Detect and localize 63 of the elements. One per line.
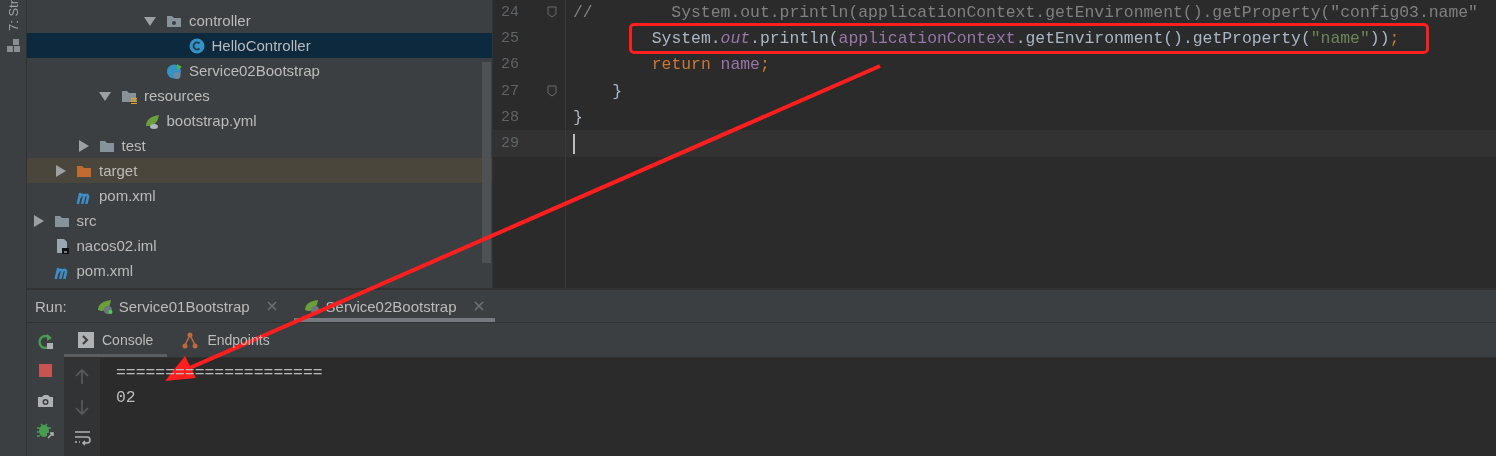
fold-icon[interactable]	[547, 6, 557, 19]
file-name: src	[76, 212, 97, 229]
stop-icon[interactable]	[38, 363, 53, 378]
code-line: }	[612, 81, 623, 101]
tree-row[interactable]: HelloController	[27, 33, 492, 58]
file-name: test	[121, 137, 146, 154]
text-cursor	[573, 133, 575, 154]
leaf-icon	[143, 112, 160, 129]
file-name: resources	[144, 87, 210, 104]
run-tab[interactable]: Service01Bootstrap	[86, 290, 288, 322]
class-icon	[188, 37, 205, 54]
soft-wrap-icon[interactable]	[73, 430, 91, 446]
collapsed-arrow-icon[interactable]	[54, 164, 66, 177]
console-line: 02	[116, 387, 136, 409]
tree-row[interactable]: Service02Bootstrap	[27, 58, 492, 83]
file-name: target	[99, 162, 138, 179]
file-name: HelloController	[211, 37, 311, 54]
spring-icon	[96, 298, 113, 314]
up-arrow-icon[interactable]	[74, 368, 90, 385]
collapsed-arrow-icon[interactable]	[31, 214, 44, 227]
line-number: 24	[500, 3, 519, 21]
file-name: pom.xml	[76, 262, 134, 279]
expanded-arrow-icon[interactable]	[99, 89, 111, 102]
tree-row[interactable]: nacos02.iml	[27, 233, 492, 258]
tree-row[interactable]: target	[27, 158, 492, 183]
panel-title: Run:	[35, 297, 67, 315]
expanded-arrow-icon[interactable]	[144, 14, 156, 27]
scrollbar[interactable]	[482, 62, 491, 263]
line-number: 27	[500, 82, 519, 100]
line-number: 26	[500, 56, 519, 74]
file-name: Service02Bootstrap	[189, 62, 320, 79]
tree-row[interactable]: controller	[27, 8, 492, 33]
rerun-icon[interactable]	[37, 333, 54, 349]
camera-icon[interactable]	[37, 392, 54, 408]
code-line: System.out.println(applicationContext.getEnvironment().getProperty("name"));	[651, 28, 1400, 48]
endpoints-icon	[181, 331, 200, 349]
debug-icon[interactable]	[37, 422, 54, 440]
code-line: return name;	[651, 55, 770, 75]
tree-row[interactable]: resources	[27, 83, 492, 108]
tree-row[interactable]: pom.xml	[27, 258, 492, 283]
down-arrow-icon[interactable]	[74, 399, 90, 416]
line-number: 28	[500, 108, 519, 126]
close-icon[interactable]	[472, 300, 485, 312]
run-tab[interactable]: Service02Bootstrap	[293, 290, 495, 322]
file-name: bootstrap.yml	[166, 112, 257, 129]
fold-icon[interactable]	[547, 85, 557, 98]
class-icon	[166, 62, 182, 79]
tree-row[interactable]: test	[27, 133, 492, 158]
tree-row[interactable]: bootstrap.yml	[27, 108, 492, 133]
structure-icon	[6, 39, 20, 53]
file-name: controller	[189, 12, 251, 29]
collapsed-arrow-icon[interactable]	[76, 139, 89, 152]
tree-row[interactable]: pom.xml	[27, 183, 492, 208]
spring-icon	[303, 298, 320, 314]
file-name: pom.xml	[99, 187, 156, 204]
code-line: // System.out.println(applicationContext.getEnvironment().getProperty("config03.name"	[573, 2, 1478, 22]
file-name: nacos02.iml	[76, 237, 157, 254]
console-icon	[78, 332, 94, 348]
tree-row[interactable]: src	[27, 208, 492, 233]
close-icon[interactable]	[265, 300, 278, 312]
line-number: 25	[500, 29, 519, 47]
code-line: }	[573, 107, 583, 127]
tool-window-label[interactable]: 7: Str	[5, 0, 21, 32]
